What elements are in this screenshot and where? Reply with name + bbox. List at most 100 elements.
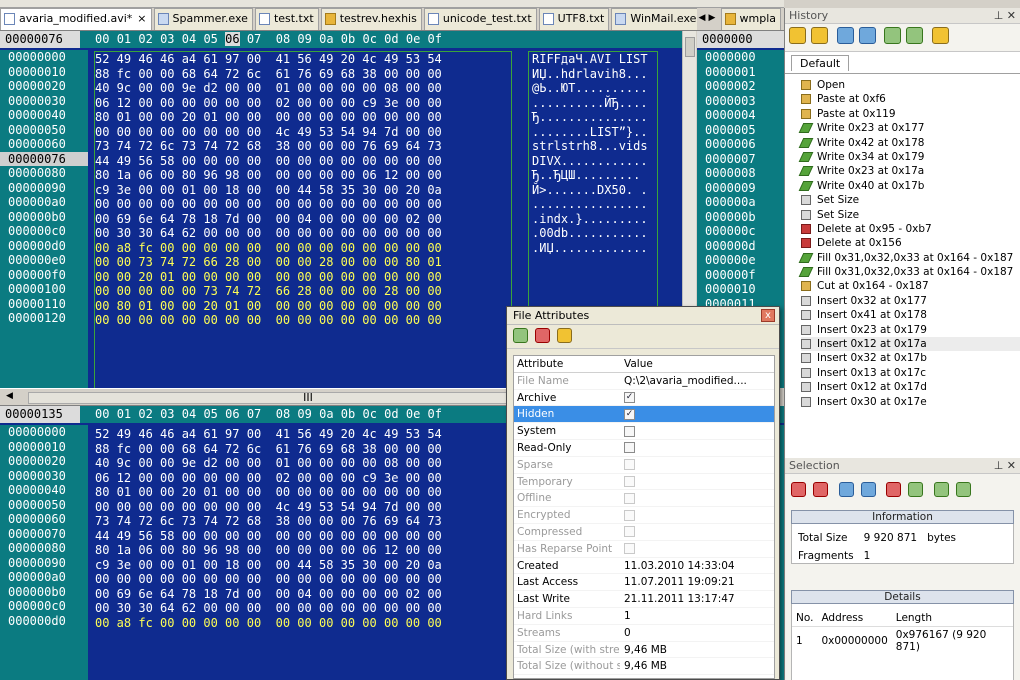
attribute-row[interactable]: Offline: [514, 490, 774, 508]
subtract-range-icon[interactable]: [860, 482, 876, 497]
select-grid-icon[interactable]: [791, 482, 806, 497]
hex-row[interactable]: 88 fc 00 00 68 64 72 6c 61 76 69 68 38 0…: [88, 442, 442, 457]
attribute-row[interactable]: Sparse: [514, 457, 774, 474]
history-item[interactable]: Insert 0x13 at 0x17c: [801, 366, 1020, 380]
scroll-thumb[interactable]: [685, 37, 695, 57]
remove-selection-icon[interactable]: [813, 482, 828, 497]
history-item[interactable]: Insert 0x23 at 0x179: [801, 323, 1020, 337]
clear-history-icon[interactable]: [931, 27, 949, 44]
history-item[interactable]: Paste at 0x119: [801, 107, 1020, 121]
tab-scroll-right-icon[interactable]: ▶: [707, 8, 717, 28]
current-offset-box-right[interactable]: 0000000: [697, 31, 784, 48]
history-item[interactable]: Open: [801, 78, 1020, 92]
history-item[interactable]: Write 0x40 at 0x17b: [798, 179, 1020, 193]
hex-row[interactable]: 44 49 56 58 00 00 00 00 00 00 00 00 00 0…: [88, 529, 442, 544]
save-history-icon[interactable]: [884, 27, 901, 44]
history-item[interactable]: Delete at 0x156: [801, 236, 1020, 250]
attribute-value[interactable]: ✓: [620, 390, 774, 406]
attribute-checkbox[interactable]: ✓: [624, 408, 635, 420]
attribute-row[interactable]: Total Size (with strea... 9,46 MB: [514, 642, 774, 659]
history-item[interactable]: Fill 0x31,0x32,0x33 at 0x164 - 0x187: [798, 251, 1020, 265]
attribute-checkbox[interactable]: [624, 459, 635, 471]
history-item[interactable]: Write 0x42 at 0x178: [798, 136, 1020, 150]
attribute-row[interactable]: Archive ✓: [514, 390, 774, 407]
attribute-row[interactable]: Created 11.03.2010 14:33:04: [514, 558, 774, 575]
attribute-row[interactable]: Compressed: [514, 524, 774, 541]
details-column-header[interactable]: No.: [792, 610, 818, 627]
close-icon[interactable]: x: [761, 309, 775, 322]
history-item[interactable]: Insert 0x12 at 0x17d: [801, 380, 1020, 394]
history-item[interactable]: Insert 0x12 at 0x17a: [801, 337, 1020, 352]
tab-5[interactable]: UTF8.txt: [538, 8, 610, 30]
history-item[interactable]: Insert 0x41 at 0x178: [801, 308, 1020, 322]
attribute-row[interactable]: Last Access 11.07.2011 19:09:21: [514, 574, 774, 592]
details-column-header[interactable]: Length: [891, 610, 1013, 627]
attribute-value[interactable]: [620, 440, 774, 456]
attribute-value[interactable]: [620, 474, 774, 490]
attribute-checkbox[interactable]: [624, 476, 635, 488]
history-item[interactable]: Insert 0x32 at 0x17b: [801, 351, 1020, 365]
redo-icon[interactable]: [811, 27, 828, 44]
undo-icon[interactable]: [789, 27, 806, 44]
refresh-icon[interactable]: [557, 328, 572, 343]
tab-scroll-left-icon[interactable]: ◀: [697, 8, 707, 28]
close-tab-icon[interactable]: ×: [137, 12, 146, 25]
attribute-checkbox[interactable]: [624, 442, 635, 454]
history-item[interactable]: Set Size: [801, 208, 1020, 222]
attribute-row[interactable]: Read-Only: [514, 440, 774, 457]
scroll-thumb-label[interactable]: III: [28, 392, 588, 404]
load-history-icon[interactable]: [906, 27, 923, 44]
attribute-row[interactable]: Hard Links 1: [514, 608, 774, 625]
hex-row[interactable]: c9 3e 00 00 01 00 18 00 00 44 58 35 30 0…: [88, 558, 442, 573]
hex-row[interactable]: 73 74 72 6c 73 74 72 68 38 00 00 00 76 6…: [88, 514, 442, 529]
attribute-row[interactable]: Last Write 21.11.2011 13:17:47: [514, 591, 774, 608]
attribute-checkbox[interactable]: [624, 492, 635, 504]
hex-bytes-bottom[interactable]: 52 49 46 46 a4 61 97 00 41 56 49 20 4c 4…: [88, 427, 442, 630]
add-range-icon[interactable]: [838, 482, 854, 497]
history-item[interactable]: Delete at 0x95 - 0xb7: [801, 222, 1020, 236]
hex-row[interactable]: 52 49 46 46 a4 61 97 00 41 56 49 20 4c 4…: [88, 427, 442, 442]
tab-1[interactable]: Spammer.exe: [153, 8, 253, 30]
attribute-row[interactable]: Temporary: [514, 474, 774, 491]
attribute-value[interactable]: ✓: [620, 406, 774, 422]
tab-default[interactable]: Default: [791, 55, 850, 71]
attribute-checkbox[interactable]: [624, 425, 635, 437]
hex-row[interactable]: 80 1a 06 00 80 96 98 00 00 00 00 00 06 1…: [88, 543, 442, 558]
attribute-row[interactable]: Hidden ✓: [514, 406, 774, 424]
hex-row[interactable]: 00 a8 fc 00 00 00 00 00 00 00 00 00 00 0…: [88, 616, 442, 631]
tab-0[interactable]: avaria_modified.avi* ×: [0, 8, 152, 30]
attribute-row[interactable]: Has Reparse Point: [514, 541, 774, 558]
attribute-checkbox[interactable]: ✓: [624, 392, 635, 404]
tab-4[interactable]: unicode_test.txt: [423, 8, 537, 30]
tab-wmplayer[interactable]: wmpla: [720, 8, 781, 30]
tab-2[interactable]: test.txt: [254, 8, 319, 30]
attribute-value[interactable]: [620, 423, 774, 439]
hex-row[interactable]: 00 30 30 64 62 00 00 00 00 00 00 00 00 0…: [88, 601, 442, 616]
apply-check-icon[interactable]: [908, 482, 923, 497]
merge-icon[interactable]: [858, 27, 876, 44]
branch-icon[interactable]: [836, 27, 854, 44]
history-item[interactable]: Insert 0x32 at 0x177: [801, 294, 1020, 308]
attribute-column-header[interactable]: Attribute: [514, 356, 620, 372]
attribute-checkbox[interactable]: [624, 543, 635, 555]
history-item[interactable]: Cut at 0x164 - 0x187: [801, 279, 1020, 293]
hex-row[interactable]: 80 01 00 00 20 01 00 00 00 00 00 00 00 0…: [88, 485, 442, 500]
history-item[interactable]: Paste at 0xf6: [801, 92, 1020, 106]
current-offset-box[interactable]: 00000076: [0, 31, 80, 48]
tab-3[interactable]: testrev.hexhis: [320, 8, 422, 30]
attribute-row[interactable]: Encrypted: [514, 507, 774, 524]
attribute-value[interactable]: [620, 457, 774, 473]
apply-check-icon[interactable]: [513, 328, 528, 343]
attribute-checkbox[interactable]: [624, 526, 635, 538]
attribute-value[interactable]: [620, 524, 774, 540]
attribute-row[interactable]: System: [514, 423, 774, 440]
history-item[interactable]: Write 0x23 at 0x177: [798, 121, 1020, 135]
history-item[interactable]: Write 0x34 at 0x179: [798, 150, 1020, 164]
attribute-row[interactable]: Streams 0: [514, 625, 774, 642]
export-selection-icon[interactable]: [933, 482, 949, 497]
attribute-row[interactable]: Total Size (without s... 9,46 MB: [514, 658, 774, 676]
current-offset-box-bottom[interactable]: 00000135: [0, 406, 80, 423]
import-selection-icon[interactable]: [955, 482, 971, 497]
attribute-value[interactable]: [620, 541, 774, 557]
details-column-header[interactable]: Address: [817, 610, 892, 627]
